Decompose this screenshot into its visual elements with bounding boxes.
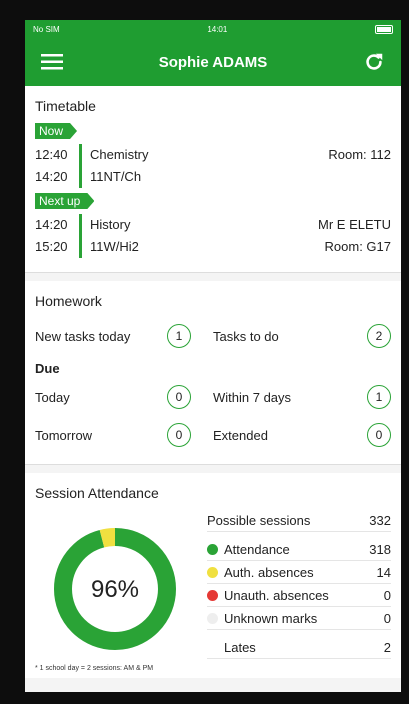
lesson-start-time: 12:40: [35, 147, 68, 162]
lesson-end-time: 14:20: [35, 169, 68, 184]
lesson-room: Room: G17: [324, 239, 391, 254]
lates-row: Lates 2: [207, 636, 391, 659]
extended-label: Extended: [213, 427, 268, 443]
lesson-teacher: Mr E ELETU: [318, 217, 391, 232]
within-7-days-count: 1: [367, 385, 391, 409]
lesson-room: Room: 112: [328, 147, 391, 162]
unauth-absences-label: Unauth. absences: [224, 587, 329, 603]
new-tasks-label: New tasks today: [35, 328, 131, 344]
possible-sessions-row: Possible sessions 332: [207, 509, 391, 532]
lesson-end-time: 15:20: [35, 239, 68, 254]
attendance-label: Attendance: [224, 541, 290, 557]
attendance-title: Session Attendance: [35, 485, 159, 501]
unknown-dot-icon: [207, 612, 218, 624]
lesson-subject: Chemistry: [90, 147, 149, 162]
app-screen: No SIM 14:01 Sophie ADAMS Timetable Now …: [25, 20, 401, 692]
homework-summary-row: New tasks today 1 Tasks to do 2: [25, 317, 401, 355]
due-row-2: Tomorrow 0 Extended 0: [25, 416, 401, 454]
extended-count: 0: [367, 423, 391, 447]
new-tasks-today[interactable]: New tasks today 1: [35, 324, 213, 348]
lates-label: Lates: [224, 639, 256, 655]
possible-sessions-value: 332: [369, 512, 391, 528]
page-title: Sophie ADAMS: [158, 53, 268, 71]
due-today-count: 0: [167, 385, 191, 409]
refresh-icon[interactable]: [361, 49, 387, 75]
attendance-card[interactable]: Session Attendance 96% Possible sessions…: [25, 473, 401, 678]
menu-icon[interactable]: [39, 49, 65, 75]
lates-value: 2: [383, 639, 391, 655]
attendance-footnote: * 1 school day = 2 sessions: AM & PM: [35, 665, 154, 672]
timetable-card[interactable]: Timetable Now 12:40 14:20 Chemistry 11NT…: [25, 86, 401, 273]
auth-absences-value: 14: [376, 564, 391, 580]
clock: 14:01: [207, 24, 228, 34]
unknown-marks-row: Unknown marks 0: [207, 607, 391, 630]
lesson-subject: History: [90, 217, 131, 232]
unauth-absence-dot-icon: [207, 589, 218, 601]
battery-icon: [374, 24, 393, 34]
next-up-tag: Next up: [35, 193, 94, 209]
tasks-to-do[interactable]: Tasks to do 2: [213, 324, 391, 348]
auth-absence-dot-icon: [207, 566, 218, 578]
attendance-value: 318: [369, 541, 391, 557]
top-nav-bar: Sophie ADAMS: [25, 38, 401, 86]
lesson-bar: [79, 214, 82, 258]
homework-title: Homework: [35, 293, 102, 309]
lesson-start-time: 14:20: [35, 217, 68, 232]
due-row-1: Today 0 Within 7 days 1: [25, 378, 401, 416]
auth-absences-label: Auth. absences: [224, 564, 314, 580]
due-tomorrow-label: Tomorrow: [35, 427, 93, 443]
due-extended[interactable]: Extended 0: [213, 423, 391, 447]
lesson-group: 11W/Hi2: [90, 239, 139, 254]
due-tomorrow[interactable]: Tomorrow 0: [35, 423, 213, 447]
lesson-bar: [79, 144, 82, 188]
attendance-dot-icon: [207, 543, 218, 555]
now-tag: Now: [35, 123, 77, 139]
auth-absences-row: Auth. absences 14: [207, 561, 391, 584]
attendance-stats: Possible sessions 332 Attendance 318 Aut…: [207, 509, 391, 659]
tasks-to-do-count: 2: [367, 324, 391, 348]
next-lesson[interactable]: 14:20 15:20 History 11W/Hi2 Mr E ELETU R…: [25, 210, 401, 272]
due-today[interactable]: Today 0: [35, 385, 213, 409]
carrier-label: No SIM: [33, 24, 60, 34]
attendance-donut: 96%: [35, 509, 207, 659]
unknown-marks-value: 0: [383, 610, 391, 626]
due-tomorrow-count: 0: [167, 423, 191, 447]
due-heading: Due: [35, 361, 60, 376]
unknown-marks-label: Unknown marks: [224, 610, 318, 626]
possible-sessions-label: Possible sessions: [207, 512, 311, 528]
current-lesson[interactable]: 12:40 14:20 Chemistry 11NT/Ch Room: 112: [25, 140, 401, 192]
homework-card[interactable]: Homework New tasks today 1 Tasks to do 2…: [25, 281, 401, 465]
attendance-percent: 96%: [91, 576, 139, 603]
due-today-label: Today: [35, 389, 70, 405]
lesson-group: 11NT/Ch: [90, 169, 142, 184]
within-7-days-label: Within 7 days: [213, 389, 292, 405]
timetable-title: Timetable: [35, 98, 96, 114]
unauth-absences-value: 0: [383, 587, 391, 603]
unauth-absences-row: Unauth. absences 0: [207, 584, 391, 607]
status-bar: No SIM 14:01: [25, 20, 401, 38]
attendance-row: Attendance 318: [207, 538, 391, 561]
tasks-to-do-label: Tasks to do: [213, 328, 279, 344]
new-tasks-count: 1: [167, 324, 191, 348]
due-within-7-days[interactable]: Within 7 days 1: [213, 385, 391, 409]
